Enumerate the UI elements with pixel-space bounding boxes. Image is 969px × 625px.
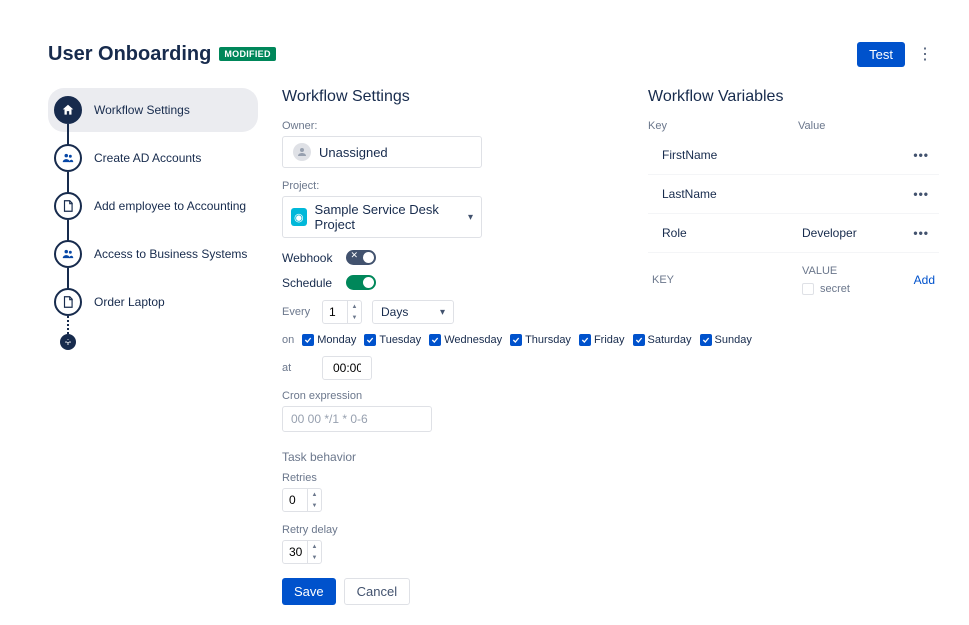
step-create-ad-accounts[interactable]: Create AD Accounts: [48, 136, 258, 180]
secret-label: secret: [820, 283, 850, 295]
cron-label: Cron expression: [282, 390, 612, 402]
cron-expression-input[interactable]: [282, 406, 432, 432]
modified-badge: MODIFIED: [219, 47, 275, 61]
var-value-header: Value: [798, 120, 939, 132]
variable-key: FirstName: [652, 148, 802, 162]
day-checkbox-saturday[interactable]: [633, 334, 645, 346]
doc-icon: [54, 288, 82, 316]
variable-value: Developer: [802, 226, 907, 240]
step-label: Add employee to Accounting: [94, 199, 246, 213]
people-icon: [54, 240, 82, 268]
step-access-business-systems[interactable]: Access to Business Systems: [48, 232, 258, 276]
day-checkbox-monday[interactable]: [302, 334, 314, 346]
spinner-up[interactable]: ▲: [348, 301, 361, 312]
new-value-placeholder[interactable]: VALUE: [802, 265, 914, 277]
spinner-down[interactable]: ▼: [308, 552, 321, 563]
avatar-icon: [293, 143, 311, 161]
day-checkbox-friday[interactable]: [579, 334, 591, 346]
save-button[interactable]: Save: [282, 578, 336, 605]
project-value: Sample Service Desk Project: [315, 202, 460, 232]
step-add-employee-accounting[interactable]: Add employee to Accounting: [48, 184, 258, 228]
retry-delay-label: Retry delay: [282, 524, 612, 536]
every-label: Every: [282, 306, 312, 318]
step-label: Workflow Settings: [94, 103, 190, 117]
variable-row: LastName •••: [648, 175, 939, 214]
secret-checkbox[interactable]: [802, 283, 814, 295]
kebab-icon: ⋮: [917, 46, 933, 63]
variable-more-button[interactable]: •••: [907, 226, 935, 240]
on-label: on: [282, 334, 294, 346]
step-label: Access to Business Systems: [94, 247, 247, 261]
doc-icon: [54, 192, 82, 220]
step-order-laptop[interactable]: Order Laptop: [48, 280, 258, 324]
cancel-button[interactable]: Cancel: [344, 578, 410, 605]
chevron-down-icon: ▾: [468, 212, 473, 223]
step-workflow-settings[interactable]: Workflow Settings: [48, 88, 258, 132]
more-actions-button[interactable]: ⋮: [911, 40, 939, 68]
webhook-toggle[interactable]: [346, 250, 376, 265]
at-label: at: [282, 362, 312, 374]
project-icon: ◉: [291, 208, 307, 226]
step-label: Order Laptop: [94, 295, 165, 309]
owner-value: Unassigned: [319, 145, 388, 160]
day-checkbox-tuesday[interactable]: [364, 334, 376, 346]
people-icon: [54, 144, 82, 172]
new-key-placeholder[interactable]: KEY: [652, 274, 802, 286]
task-behavior-label: Task behavior: [282, 450, 612, 464]
spinner-down[interactable]: ▼: [348, 312, 361, 323]
step-label: Create AD Accounts: [94, 151, 201, 165]
webhook-label: Webhook: [282, 251, 332, 265]
variables-title: Workflow Variables: [648, 88, 939, 106]
page-title: User Onboarding: [48, 43, 211, 66]
test-button[interactable]: Test: [857, 42, 905, 67]
owner-picker[interactable]: Unassigned: [282, 136, 482, 168]
day-checkbox-thursday[interactable]: [510, 334, 522, 346]
spinner-up[interactable]: ▲: [308, 489, 321, 500]
project-label: Project:: [282, 180, 612, 192]
variable-more-button[interactable]: •••: [907, 187, 935, 201]
schedule-label: Schedule: [282, 276, 332, 290]
retries-label: Retries: [282, 472, 612, 484]
variable-key: LastName: [652, 187, 802, 201]
spinner-down[interactable]: ▼: [308, 500, 321, 511]
every-unit-select[interactable]: Days ▾: [372, 300, 454, 324]
variable-more-button[interactable]: •••: [907, 148, 935, 162]
day-checkbox-wednesday[interactable]: [429, 334, 441, 346]
owner-label: Owner:: [282, 120, 612, 132]
chevron-down-icon: ▾: [440, 307, 445, 318]
at-time-input[interactable]: [322, 356, 372, 380]
variable-row: FirstName •••: [648, 136, 939, 175]
schedule-toggle[interactable]: [346, 275, 376, 290]
variable-row: Role Developer •••: [648, 214, 939, 253]
home-icon: [54, 96, 82, 124]
variable-key: Role: [652, 226, 802, 240]
spinner-up[interactable]: ▲: [308, 541, 321, 552]
project-select[interactable]: ◉ Sample Service Desk Project ▾: [282, 196, 482, 238]
workflow-steps-sidebar: Workflow Settings Create AD Accounts Add…: [48, 88, 258, 605]
var-key-header: Key: [648, 120, 798, 132]
add-variable-link[interactable]: Add: [914, 273, 935, 287]
settings-title: Workflow Settings: [282, 88, 612, 106]
